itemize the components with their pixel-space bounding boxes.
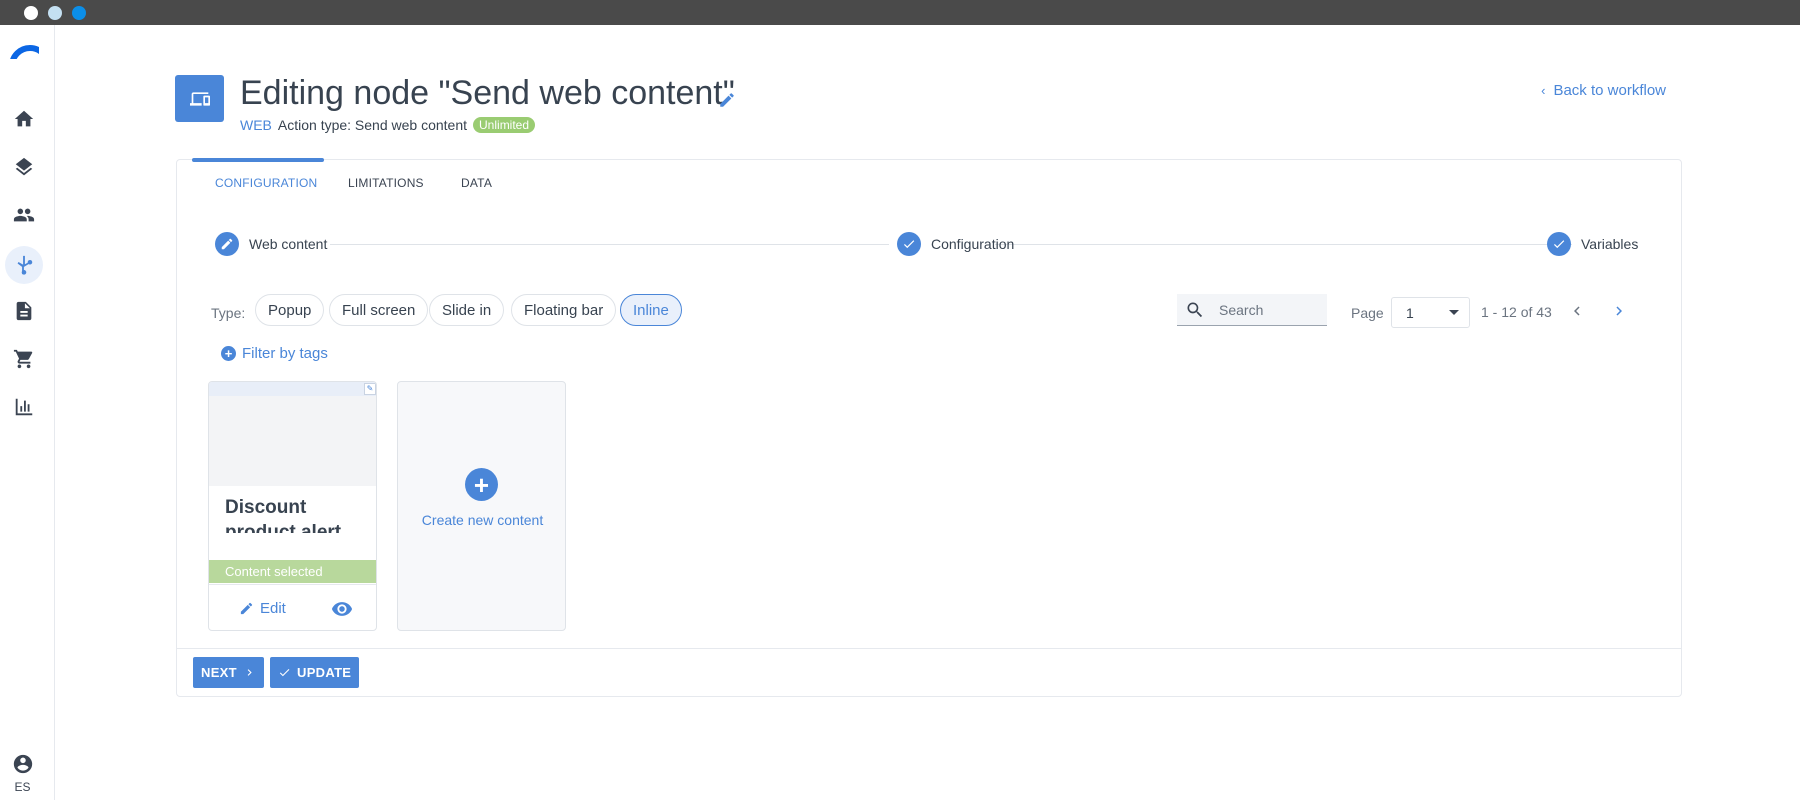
edit-title-button[interactable] (718, 91, 736, 109)
step-label: Web content (249, 236, 328, 252)
update-button[interactable]: UPDATE (270, 657, 360, 688)
chevron-left-icon (1574, 306, 1580, 316)
type-chip-inline[interactable]: Inline (620, 294, 682, 326)
filter-by-tags-button[interactable]: + Filter by tags (221, 345, 328, 362)
account-icon (13, 754, 32, 774)
previous-page-button[interactable] (1567, 301, 1587, 321)
window-minimize-button[interactable] (48, 6, 62, 20)
sidebar: ES (0, 25, 55, 800)
page-select-value: 1 (1406, 304, 1414, 321)
channel-tag: WEB (240, 117, 272, 133)
eye-icon (331, 602, 353, 616)
workflow-icon (17, 255, 33, 275)
node-config-card: CONFIGURATION LIMITATIONS DATA Web conte… (176, 158, 1682, 697)
create-content-label: Create new content (421, 512, 544, 528)
add-circle-icon: + (221, 346, 236, 361)
tab-configuration[interactable]: CONFIGURATION (215, 176, 317, 190)
pencil-icon (221, 238, 233, 250)
cart-icon (13, 349, 33, 369)
node-type-icon (175, 75, 224, 122)
step-label: Configuration (931, 236, 1015, 252)
chevron-left-icon: ‹ (1541, 83, 1546, 98)
window-titlebar (0, 0, 1800, 25)
people-icon (13, 208, 35, 222)
pencil-icon (240, 602, 253, 615)
pagination-range: 1 - 12 of 43 (1481, 304, 1552, 320)
content-selected-banner: Content selected (209, 560, 376, 583)
chevron-right-icon (1616, 306, 1622, 316)
pencil-icon: ✎ (364, 383, 376, 395)
user-menu[interactable]: ES (0, 753, 45, 794)
sidebar-item-workflows[interactable] (5, 246, 43, 284)
sidebar-item-contacts[interactable] (10, 201, 38, 229)
action-type-label: Action type: Send web content (277, 117, 468, 133)
back-link-label: Back to workflow (1553, 82, 1666, 99)
check-icon (279, 669, 290, 677)
brand-logo[interactable] (9, 45, 39, 59)
page-label: Page (1351, 305, 1384, 321)
next-button[interactable]: NEXT (193, 657, 264, 688)
sidebar-item-layers[interactable] (10, 153, 38, 181)
search-field[interactable] (1177, 294, 1327, 326)
document-icon (16, 301, 32, 321)
step-variables[interactable]: Variables (1547, 232, 1638, 256)
limit-badge: Unlimited (473, 117, 536, 133)
window-maximize-button[interactable] (72, 6, 86, 20)
content-actions: Edit (209, 584, 376, 630)
type-chip-slide-in[interactable]: Slide in (429, 294, 505, 326)
language-code: ES (14, 780, 31, 794)
add-circle-icon: + (465, 468, 498, 501)
search-icon (1187, 302, 1203, 317)
window-close-button[interactable] (24, 6, 38, 20)
type-chip-full-screen[interactable]: Full screen (329, 294, 429, 326)
back-to-workflow-link[interactable]: ‹ Back to workflow (1541, 82, 1666, 99)
step-configuration[interactable]: Configuration (897, 232, 1014, 256)
pencil-icon (720, 93, 734, 107)
caret-down-icon (1449, 310, 1459, 315)
content-preview: ✎ (209, 382, 376, 486)
create-new-content-tile[interactable]: + Create new content (397, 381, 566, 631)
edit-label: Edit (260, 600, 286, 617)
active-tab-indicator (192, 158, 324, 162)
tab-limitations[interactable]: LIMITATIONS (348, 176, 424, 190)
node-subtitle: WEB Action type: Send web content Unlimi… (240, 117, 536, 133)
check-icon (903, 240, 915, 249)
chevron-right-icon (247, 669, 252, 676)
content-title: Discount product alert (225, 497, 342, 533)
step-label: Variables (1581, 236, 1639, 252)
page-select[interactable]: 1 (1391, 297, 1470, 328)
next-page-button[interactable] (1609, 301, 1629, 321)
search-input[interactable] (1219, 301, 1314, 318)
layers-icon (15, 157, 33, 176)
check-icon (1553, 240, 1565, 249)
bar-chart-icon (15, 398, 33, 416)
card-footer-divider (177, 648, 1681, 649)
devices-icon (189, 91, 210, 106)
type-filter-label: Type: (211, 305, 246, 321)
type-chip-popup[interactable]: Popup (255, 294, 325, 326)
sidebar-item-documents[interactable] (10, 297, 38, 325)
home-icon (14, 110, 34, 127)
stepper-connector (995, 244, 1572, 245)
tab-data[interactable]: DATA (461, 176, 492, 190)
sidebar-item-analytics[interactable] (10, 393, 38, 421)
sidebar-item-home[interactable] (10, 105, 38, 133)
stepper-connector (330, 244, 889, 245)
sidebar-item-ecommerce[interactable] (10, 345, 38, 373)
step-web-content[interactable]: Web content (215, 232, 327, 256)
type-chip-floating-bar[interactable]: Floating bar (511, 294, 617, 326)
filter-tags-label: Filter by tags (242, 345, 328, 362)
content-tile[interactable]: ✎ Discount product alert Content selecte… (208, 381, 377, 631)
page-title: Editing node "Send web content" (240, 74, 735, 112)
edit-content-button[interactable]: Edit (239, 600, 286, 617)
preview-content-button[interactable] (331, 598, 353, 620)
